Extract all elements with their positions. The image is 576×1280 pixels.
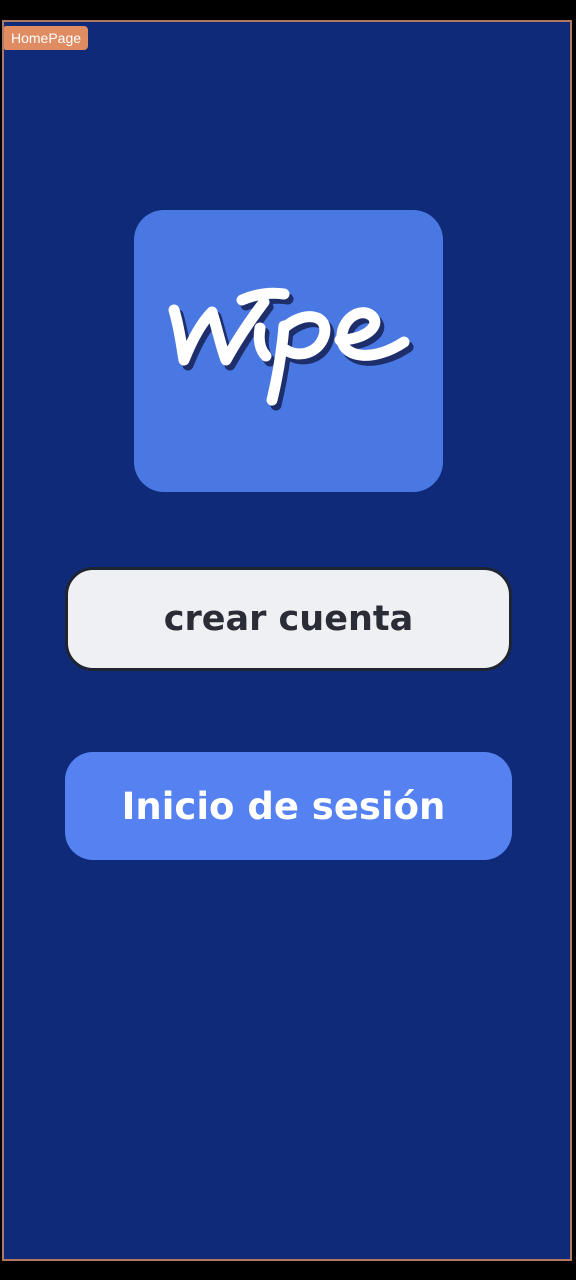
logo-wordmark	[168, 287, 410, 406]
page-name-tag: HomePage	[4, 26, 89, 50]
create-account-button[interactable]: crear cuenta	[65, 567, 512, 671]
login-button[interactable]: Inicio de sesión	[65, 752, 512, 860]
wipe-logo-icon	[168, 287, 414, 411]
create-account-label: crear cuenta	[163, 599, 414, 639]
bottom-bar	[0, 1262, 576, 1280]
app-logo	[134, 210, 443, 492]
login-label: Inicio de sesión	[121, 784, 446, 828]
status-bar	[0, 0, 576, 20]
